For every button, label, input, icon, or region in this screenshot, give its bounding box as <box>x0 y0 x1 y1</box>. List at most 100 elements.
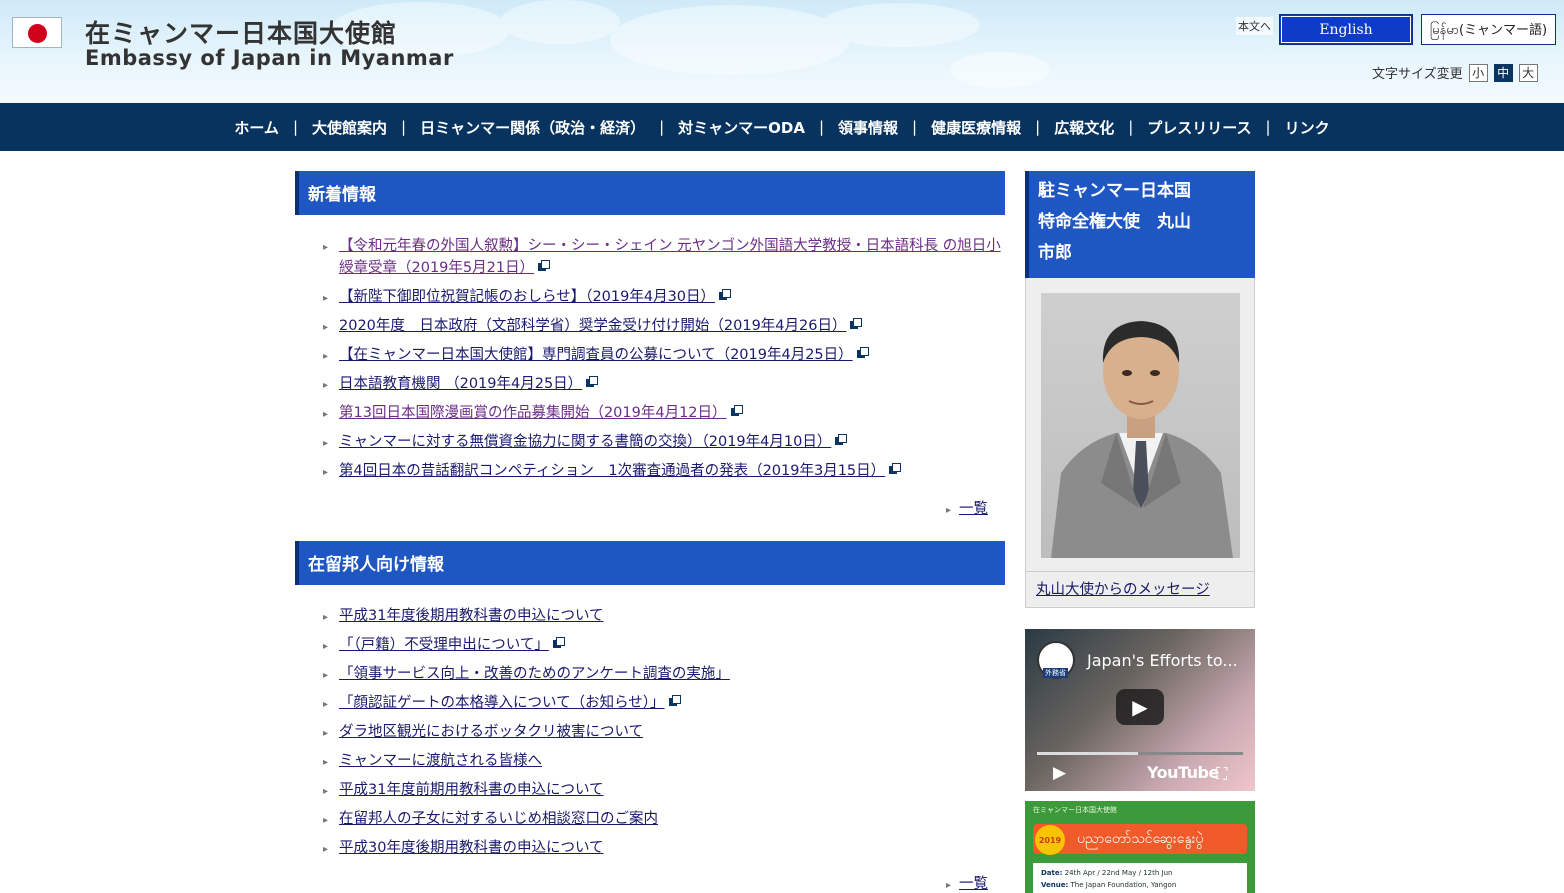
news-link[interactable]: 【在ミャンマー日本国大使館】専門調査員の公募について（2019年4月25日） <box>339 347 853 363</box>
residents-link[interactable]: ダラ地区観光におけるボッタクリ被害について <box>339 724 643 740</box>
residents-link[interactable]: ミャンマーに渡航される皆様へ <box>339 753 542 769</box>
play-icon[interactable]: ▶ <box>1053 763 1066 783</box>
banner-venue: The Japan Foundation, Yangon <box>1070 881 1177 889</box>
external-window-icon <box>835 434 848 445</box>
list-item: 第4回日本の昔話翻訳コンペティション 1次審査通過者の発表（2019年3月15日… <box>323 460 1003 484</box>
ambassador-heading-line: 駐ミャンマー日本国 <box>1038 181 1191 201</box>
english-button[interactable]: English <box>1279 14 1413 45</box>
news-link[interactable]: 第4回日本の昔話翻訳コンペティション 1次審査通過者の発表（2019年3月15日… <box>339 463 885 479</box>
ambassador-message-link[interactable]: 丸山大使からのメッセージ <box>1036 578 1210 599</box>
banner-year-badge: 2019 <box>1035 825 1065 855</box>
list-item: 平成30年度後期用教科書の申込について <box>323 837 1003 861</box>
nav-press[interactable]: プレスリリース <box>1147 117 1251 138</box>
external-window-icon <box>586 376 599 387</box>
nav-separator: | <box>1035 118 1041 136</box>
news-link[interactable]: 【新陛下御即位祝賀記帳のおしらせ】（2019年4月30日） <box>339 289 715 305</box>
news-link[interactable]: 2020年度 日本政府（文部科学省）奨学金受け付け開始（2019年4月26日） <box>339 318 846 334</box>
residents-link[interactable]: 在留邦人の子女に対するいじめ相談窓口のご案内 <box>339 811 658 827</box>
divider <box>1026 571 1254 572</box>
list-item: ミャンマーに対する無償資金協力に関する書簡の交換）（2019年4月10日） <box>323 431 1003 455</box>
font-size-switcher: 文字サイズ変更 小 中 大 <box>1372 63 1538 82</box>
nav-consular[interactable]: 領事情報 <box>838 117 898 138</box>
list-item: 在留邦人の子女に対するいじめ相談窓口のご案内 <box>323 808 1003 832</box>
list-item: 「顔認証ゲートの本格導入について（お知らせ）」 <box>323 692 1003 716</box>
nav-links[interactable]: リンク <box>1285 117 1330 138</box>
list-item: 「（戸籍）不受理申出について」 <box>323 634 1003 658</box>
ambassador-heading-line: 市郎 <box>1038 243 1072 263</box>
nav-embassy-info[interactable]: 大使館案内 <box>312 117 387 138</box>
list-item: 平成31年度前期用教科書の申込について <box>323 779 1003 803</box>
main-nav: ホーム | 大使館案内 | 日ミャンマー関係（政治・経済） | 対ミャンマーOD… <box>0 103 1564 151</box>
residents-link[interactable]: 「顔認証ゲートの本格導入について（お知らせ）」 <box>339 695 665 711</box>
residents-link[interactable]: 「（戸籍）不受理申出について」 <box>339 637 549 653</box>
external-window-icon <box>719 289 732 300</box>
residents-more-link[interactable]: 一覧 <box>959 876 988 892</box>
news-link[interactable]: 第13回日本国際漫画賞の作品募集開始（2019年4月12日） <box>339 405 727 421</box>
nav-separator: | <box>401 118 407 136</box>
news-more: 一覧 <box>946 497 988 518</box>
nav-home[interactable]: ホーム <box>234 117 279 138</box>
banner-title: ပညာတော်သင်ဆွေးနွေးပွဲ <box>1033 824 1247 854</box>
video-progress-fill <box>1037 752 1138 755</box>
video-progress-bar[interactable] <box>1037 752 1243 755</box>
ambassador-heading: 駐ミャンマー日本国 特命全権大使 丸山 市郎 <box>1025 171 1255 278</box>
list-item: 【令和元年春の外国人叙勲】シー・シー・シェイン 元ヤンゴン外国語大学教授・日本語… <box>323 235 1003 279</box>
skip-to-content-link[interactable]: 本文へ <box>1236 17 1273 35</box>
nav-relations[interactable]: 日ミャンマー関係（政治・経済） <box>420 117 645 138</box>
news-link[interactable]: 【令和元年春の外国人叙勲】シー・シー・シェイン 元ヤンゴン外国語大学教授・日本語… <box>339 238 1001 276</box>
ambassador-box: 丸山大使からのメッセージ <box>1025 278 1255 608</box>
news-link[interactable]: ミャンマーに対する無償資金協力に関する書簡の交換）（2019年4月10日） <box>339 434 831 450</box>
list-item: 「領事サービス向上・改善のためのアンケート調査の実施」 <box>323 663 1003 687</box>
list-item: 【新陛下御即位祝賀記帳のおしらせ】（2019年4月30日） <box>323 286 1003 310</box>
list-item: ミャンマーに渡航される皆様へ <box>323 750 1003 774</box>
nav-separator: | <box>1128 118 1134 136</box>
font-size-label: 文字サイズ変更 <box>1372 67 1463 82</box>
site-title-en[interactable]: Embassy of Japan in Myanmar <box>85 46 454 70</box>
residents-heading: 在留邦人向け情報 <box>295 541 1005 585</box>
fullscreen-icon[interactable]: ⛶ <box>1216 764 1227 784</box>
youtube-logo[interactable]: YouTube <box>1147 763 1219 782</box>
residents-more: 一覧 <box>946 872 988 893</box>
mofa-logo-icon: 外務省 <box>1037 641 1075 679</box>
external-window-icon <box>668 695 681 706</box>
nav-culture[interactable]: 広報文化 <box>1054 117 1114 138</box>
list-item: ダラ地区観光におけるボッタクリ被害について <box>323 721 1003 745</box>
youtube-video-embed[interactable]: 外務省 Japan's Efforts to... ▶ ▶ YouTube ⛶ <box>1025 629 1255 791</box>
font-size-medium-button[interactable]: 中 <box>1493 63 1513 82</box>
font-size-small-button[interactable]: 小 <box>1468 63 1488 82</box>
residents-link[interactable]: 平成31年度後期用教科書の申込について <box>339 608 604 624</box>
residents-link[interactable]: 「領事サービス向上・改善のためのアンケート調査の実施」 <box>339 666 730 682</box>
list-item: 2020年度 日本政府（文部科学省）奨学金受け付け開始（2019年4月26日） <box>323 315 1003 339</box>
list-item: 日本語教育機関 （2019年4月25日） <box>323 373 1003 397</box>
residents-link[interactable]: 平成31年度前期用教科書の申込について <box>339 782 604 798</box>
external-window-icon <box>850 318 863 329</box>
nav-oda[interactable]: 対ミャンマーODA <box>678 117 805 138</box>
ambassador-photo <box>1041 293 1240 558</box>
video-play-button[interactable]: ▶ <box>1116 689 1164 725</box>
banner-venue-label: Venue: <box>1041 881 1069 889</box>
external-window-icon <box>856 347 869 358</box>
nav-separator: | <box>1265 118 1271 136</box>
banner-date-label: Date: <box>1041 869 1063 877</box>
myanmar-language-button[interactable]: မြန်မာ(ミャンマー語) <box>1421 14 1556 45</box>
news-link[interactable]: 日本語教育機関 （2019年4月25日） <box>339 376 582 392</box>
site-header: 在ミャンマー日本国大使館 Embassy of Japan in Myanmar… <box>0 0 1564 103</box>
news-list: 【令和元年春の外国人叙勲】シー・シー・シェイン 元ヤンゴン外国語大学教授・日本語… <box>323 235 1003 489</box>
font-size-large-button[interactable]: 大 <box>1518 63 1538 82</box>
list-item: 第13回日本国際漫画賞の作品募集開始（2019年4月12日） <box>323 402 1003 426</box>
nav-separator: | <box>659 118 665 136</box>
nav-separator: | <box>912 118 918 136</box>
nav-separator: | <box>292 118 298 136</box>
scholarship-banner[interactable]: 在ミャンマー日本国大使館 ပညာတော်သင်ဆွေးနွေးပွဲ 2019 … <box>1025 801 1255 893</box>
external-window-icon <box>730 405 743 416</box>
banner-top-text: 在ミャンマー日本国大使館 <box>1033 806 1117 814</box>
nav-health[interactable]: 健康医療情報 <box>931 117 1021 138</box>
residents-link[interactable]: 平成30年度後期用教科書の申込について <box>339 840 604 856</box>
banner-info: Date: 24th Apr / 22nd May / 12th Jun Ven… <box>1033 863 1247 893</box>
list-item: 平成31年度後期用教科書の申込について <box>323 605 1003 629</box>
residents-list: 平成31年度後期用教科書の申込について 「（戸籍）不受理申出について」 「領事サ… <box>323 605 1003 866</box>
site-title-jp[interactable]: 在ミャンマー日本国大使館 <box>85 14 397 50</box>
news-more-link[interactable]: 一覧 <box>959 501 988 517</box>
list-item: 【在ミャンマー日本国大使館】専門調査員の公募について（2019年4月25日） <box>323 344 1003 368</box>
video-title[interactable]: Japan's Efforts to... <box>1087 651 1238 670</box>
